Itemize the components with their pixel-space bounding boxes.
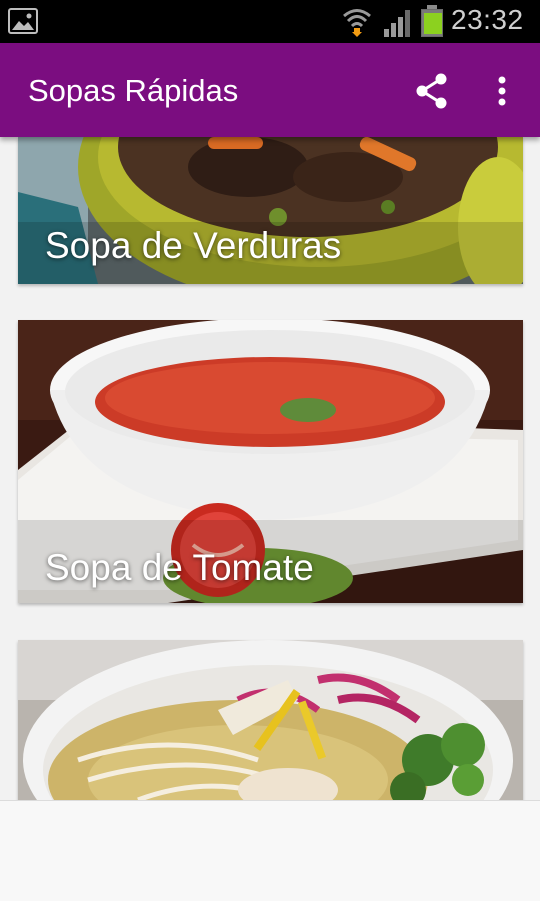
recipe-title: Sopa de Verduras — [45, 225, 342, 266]
app-bar: Sopas Rápidas — [0, 43, 540, 137]
app-title: Sopas Rápidas — [28, 73, 239, 108]
recipe-photo — [18, 640, 523, 800]
battery-icon — [421, 5, 443, 37]
wifi-icon — [343, 9, 371, 37]
gallery-icon — [8, 8, 38, 34]
more-options-button[interactable] — [484, 67, 520, 115]
recipe-card-verduras[interactable]: Sopa de Verduras — [18, 137, 523, 284]
status-bar: 23:32 — [0, 0, 540, 43]
share-button[interactable] — [408, 67, 456, 115]
more-vert-icon — [498, 76, 506, 106]
status-time: 23:32 — [451, 4, 524, 35]
bottom-area — [0, 800, 540, 901]
recipe-title: Sopa de Tomate — [45, 547, 314, 588]
recipe-list[interactable]: Sopa de Verduras Sopa de Tomate — [0, 137, 540, 800]
signal-icon — [384, 10, 410, 37]
recipe-card-tomate[interactable]: Sopa de Tomate — [18, 320, 523, 603]
recipe-card-3[interactable] — [18, 640, 523, 800]
share-icon — [416, 73, 447, 109]
